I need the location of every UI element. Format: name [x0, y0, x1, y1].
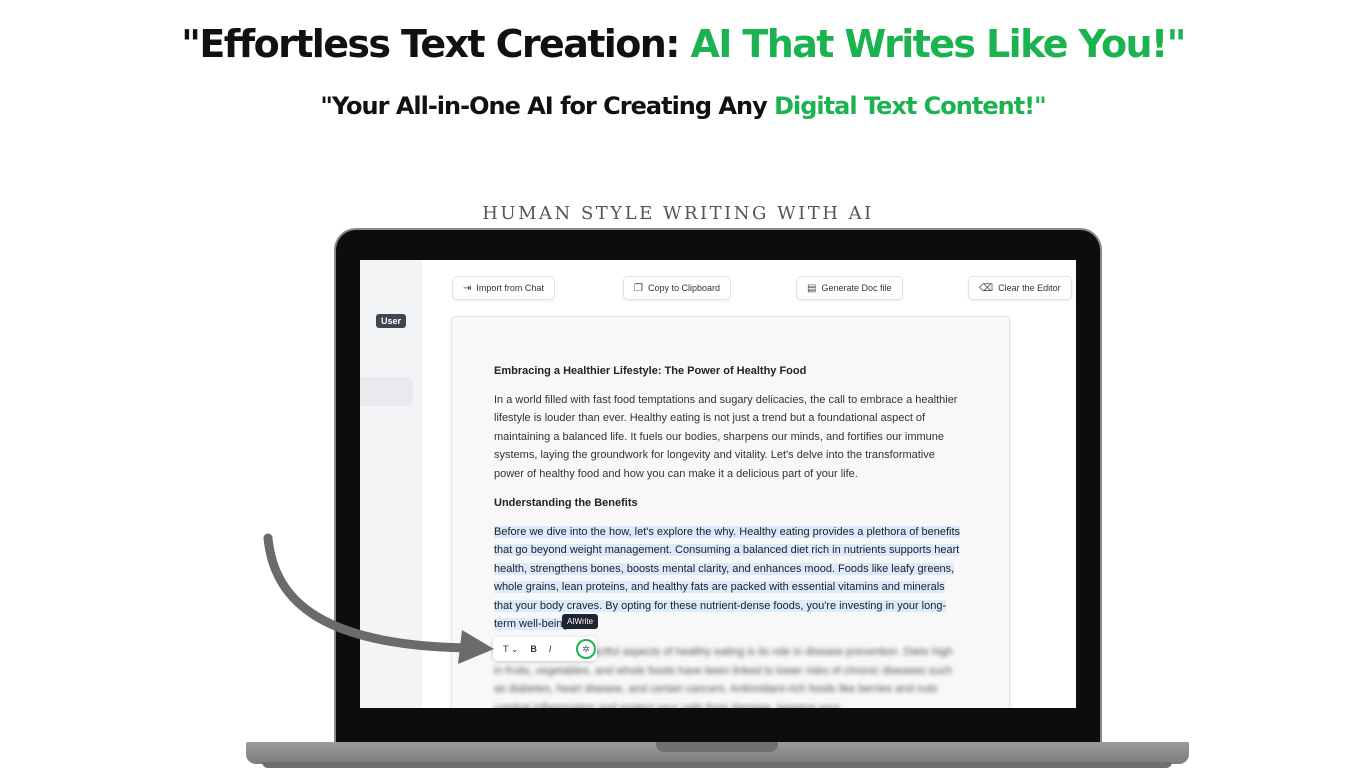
clear-label: Clear the Editor [998, 283, 1061, 293]
headline: "Effortless Text Creation: AI That Write… [0, 22, 1366, 66]
italic-button[interactable]: I [549, 644, 552, 654]
subheadline: "Your All-in-One AI for Creating Any Dig… [0, 92, 1366, 120]
generate-doc-button[interactable]: ▤ Generate Doc file [796, 276, 903, 300]
laptop-base-shadow [262, 762, 1172, 768]
section-heading: Understanding the Benefits [494, 497, 638, 510]
import-from-chat-button[interactable]: ⇥ Import from Chat [452, 276, 555, 300]
headline-part1: "Effortless Text Creation: [181, 22, 691, 66]
ai-write-button[interactable]: ✲ [576, 639, 596, 659]
copy-to-clipboard-button[interactable]: ❐ Copy to Clipboard [623, 276, 732, 300]
clear-editor-button[interactable]: ⌫ Clear the Editor [968, 276, 1072, 300]
subheadline-part1: "Your All-in-One AI for Creating Any [320, 92, 775, 120]
generate-label: Generate Doc file [821, 283, 892, 293]
laptop-notch [656, 742, 778, 752]
tagline: HUMAN STYLE WRITING WITH AI [482, 203, 874, 224]
clipboard-icon: ❐ [634, 282, 643, 294]
curved-arrow-icon [263, 533, 494, 664]
sparkle-icon: ✲ [582, 643, 590, 654]
document-icon: ▤ [807, 282, 817, 294]
headline-part2: AI That Writes Like You!" [690, 22, 1186, 66]
subheadline-part2: Digital Text Content!" [774, 92, 1047, 120]
bold-button[interactable]: B [530, 644, 537, 654]
user-badge[interactable]: User [376, 314, 407, 328]
import-label: Import from Chat [476, 283, 544, 293]
doc-paragraph: In a world filled with fast food temptat… [494, 394, 958, 480]
sidebar-item[interactable] [360, 377, 413, 406]
broom-icon: ⌫ [979, 282, 994, 294]
ai-write-tooltip: AIWrite [562, 614, 599, 629]
import-icon: ⇥ [463, 282, 472, 294]
doc-title: Embracing a Healthier Lifestyle: The Pow… [494, 365, 807, 377]
copy-label: Copy to Clipboard [647, 283, 721, 293]
